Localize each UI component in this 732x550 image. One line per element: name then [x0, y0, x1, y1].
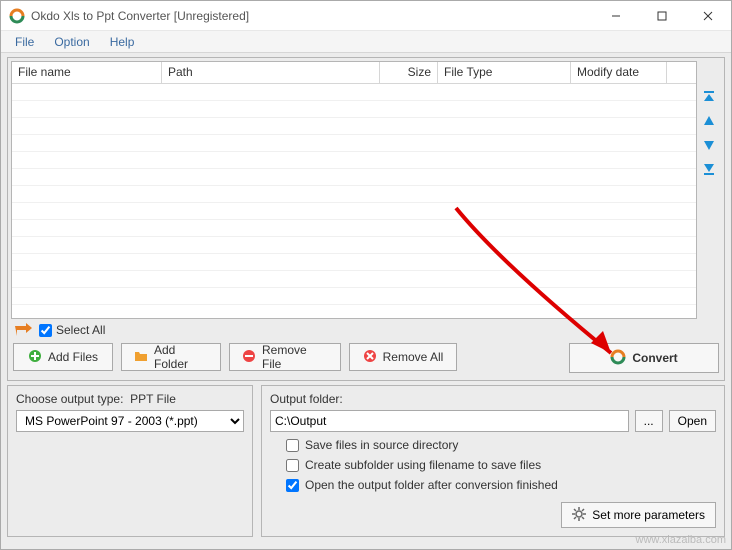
create-subfolder-checkbox[interactable]: Create subfolder using filename to save …	[286, 458, 716, 472]
open-folder-button[interactable]: Open	[669, 410, 716, 432]
set-more-parameters-button[interactable]: Set more parameters	[561, 502, 716, 528]
move-bottom-button[interactable]	[699, 159, 719, 179]
output-folder-label: Output folder:	[270, 392, 716, 406]
file-list-rows	[12, 84, 696, 318]
browse-button[interactable]: ...	[635, 410, 663, 432]
gear-icon	[572, 507, 586, 524]
add-folder-button[interactable]: Add Folder	[121, 343, 221, 371]
output-type-label: Choose output type:	[16, 392, 123, 406]
file-list[interactable]: File name Path Size File Type Modify dat…	[11, 61, 697, 319]
menu-help[interactable]: Help	[100, 33, 145, 51]
output-type-value: PPT File	[130, 392, 176, 406]
add-files-button[interactable]: Add Files	[13, 343, 113, 371]
order-buttons	[697, 61, 721, 319]
output-type-select[interactable]: MS PowerPoint 97 - 2003 (*.ppt)	[16, 410, 244, 432]
x-icon	[363, 349, 377, 366]
minus-icon	[242, 349, 256, 366]
move-top-button[interactable]	[699, 87, 719, 107]
menu-file[interactable]: File	[5, 33, 44, 51]
menu-option[interactable]: Option	[44, 33, 99, 51]
back-up-icon[interactable]	[15, 323, 33, 337]
close-button[interactable]	[685, 1, 731, 31]
col-filetype[interactable]: File Type	[438, 62, 571, 83]
watermark: www.xiazaiba.com	[636, 534, 726, 546]
col-modify[interactable]: Modify date	[571, 62, 667, 83]
convert-button[interactable]: Convert	[569, 343, 719, 373]
plus-icon	[28, 349, 42, 366]
folder-icon	[134, 349, 148, 366]
col-size[interactable]: Size	[380, 62, 438, 83]
output-folder-input[interactable]	[270, 410, 629, 432]
remove-file-button[interactable]: Remove File	[229, 343, 341, 371]
col-filename[interactable]: File name	[12, 62, 162, 83]
app-icon	[9, 8, 25, 24]
maximize-button[interactable]	[639, 1, 685, 31]
file-list-headers: File name Path Size File Type Modify dat…	[12, 62, 696, 84]
select-all-checkbox[interactable]: Select All	[39, 323, 105, 337]
menubar: File Option Help	[1, 31, 731, 53]
remove-all-button[interactable]: Remove All	[349, 343, 457, 371]
convert-icon	[610, 349, 626, 368]
open-after-checkbox[interactable]: Open the output folder after conversion …	[286, 478, 716, 492]
col-path[interactable]: Path	[162, 62, 380, 83]
col-spacer	[667, 62, 696, 83]
select-all-input[interactable]	[39, 324, 52, 337]
minimize-button[interactable]	[593, 1, 639, 31]
save-in-source-checkbox[interactable]: Save files in source directory	[286, 438, 716, 452]
select-all-label: Select All	[56, 323, 105, 337]
output-folder-group: Output folder: ... Open Save files in so…	[261, 385, 725, 537]
titlebar: Okdo Xls to Ppt Converter [Unregistered]	[1, 1, 731, 31]
move-up-button[interactable]	[699, 111, 719, 131]
move-down-button[interactable]	[699, 135, 719, 155]
output-type-group: Choose output type: PPT File MS PowerPoi…	[7, 385, 253, 537]
window-title: Okdo Xls to Ppt Converter [Unregistered]	[31, 9, 593, 23]
window-controls	[593, 1, 731, 31]
